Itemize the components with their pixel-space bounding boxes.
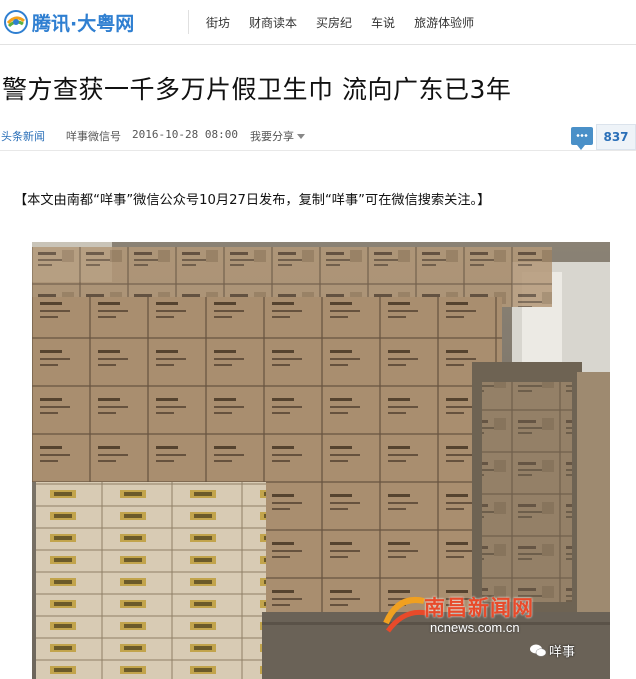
wechat-account-label: 咩事 [549,645,576,660]
top-nav: 街坊 财商读本 买房纪 车说 旅游体验师 [206,0,493,44]
nav-item-caishang[interactable]: 财商读本 [249,14,297,31]
nav-item-cheshuo[interactable]: 车说 [371,14,395,31]
logo-text-tencent: 腾讯 [32,12,71,35]
watermark-site-name: 南昌新闻网 [424,596,534,620]
nav-item-lvyou[interactable]: 旅游体验师 [414,14,474,31]
share-dropdown[interactable]: 我要分享 [250,128,305,144]
article-title: 警方查获一千多万片假卫生巾 流向广东已3年 [2,75,512,104]
share-label: 我要分享 [250,130,294,143]
site-logo[interactable]: 腾讯·大粤网 [4,9,134,35]
header-divider [188,10,189,34]
category-link[interactable]: 头条新闻 [1,128,45,144]
tencent-logo-icon [4,10,28,34]
article-meta: 头条新闻 咩事微信号 2016-10-28 08:00 我要分享 837 [0,124,636,150]
chevron-down-icon [297,133,305,139]
meta-divider [0,150,636,151]
logo-text-dayue: 大粤网 [77,12,135,35]
wechat-watermark: 咩事 [530,641,575,660]
logo-text: 腾讯·大粤网 [32,9,134,36]
article-photo: 南昌新闻网 ncnews.com.cn 咩事 [32,242,610,679]
site-header: 腾讯·大粤网 街坊 财商读本 买房纪 车说 旅游体验师 [0,0,636,45]
nav-item-maifangji[interactable]: 买房纪 [316,14,352,31]
watermark-url: ncnews.com.cn [430,620,520,635]
comment-button[interactable]: 837 [570,124,636,150]
article-intro: 【本文由南都“咩事”微信公众号10月27日发布，复制“咩事”可在微信搜索关注。】 [14,193,491,208]
article-source: 咩事微信号 [66,130,121,143]
comment-count: 837 [596,124,636,150]
wechat-icon [530,644,546,657]
nav-item-jiefang[interactable]: 街坊 [206,14,230,31]
comment-icon [571,127,593,150]
publish-time: 2016-10-28 08:00 [132,128,238,141]
